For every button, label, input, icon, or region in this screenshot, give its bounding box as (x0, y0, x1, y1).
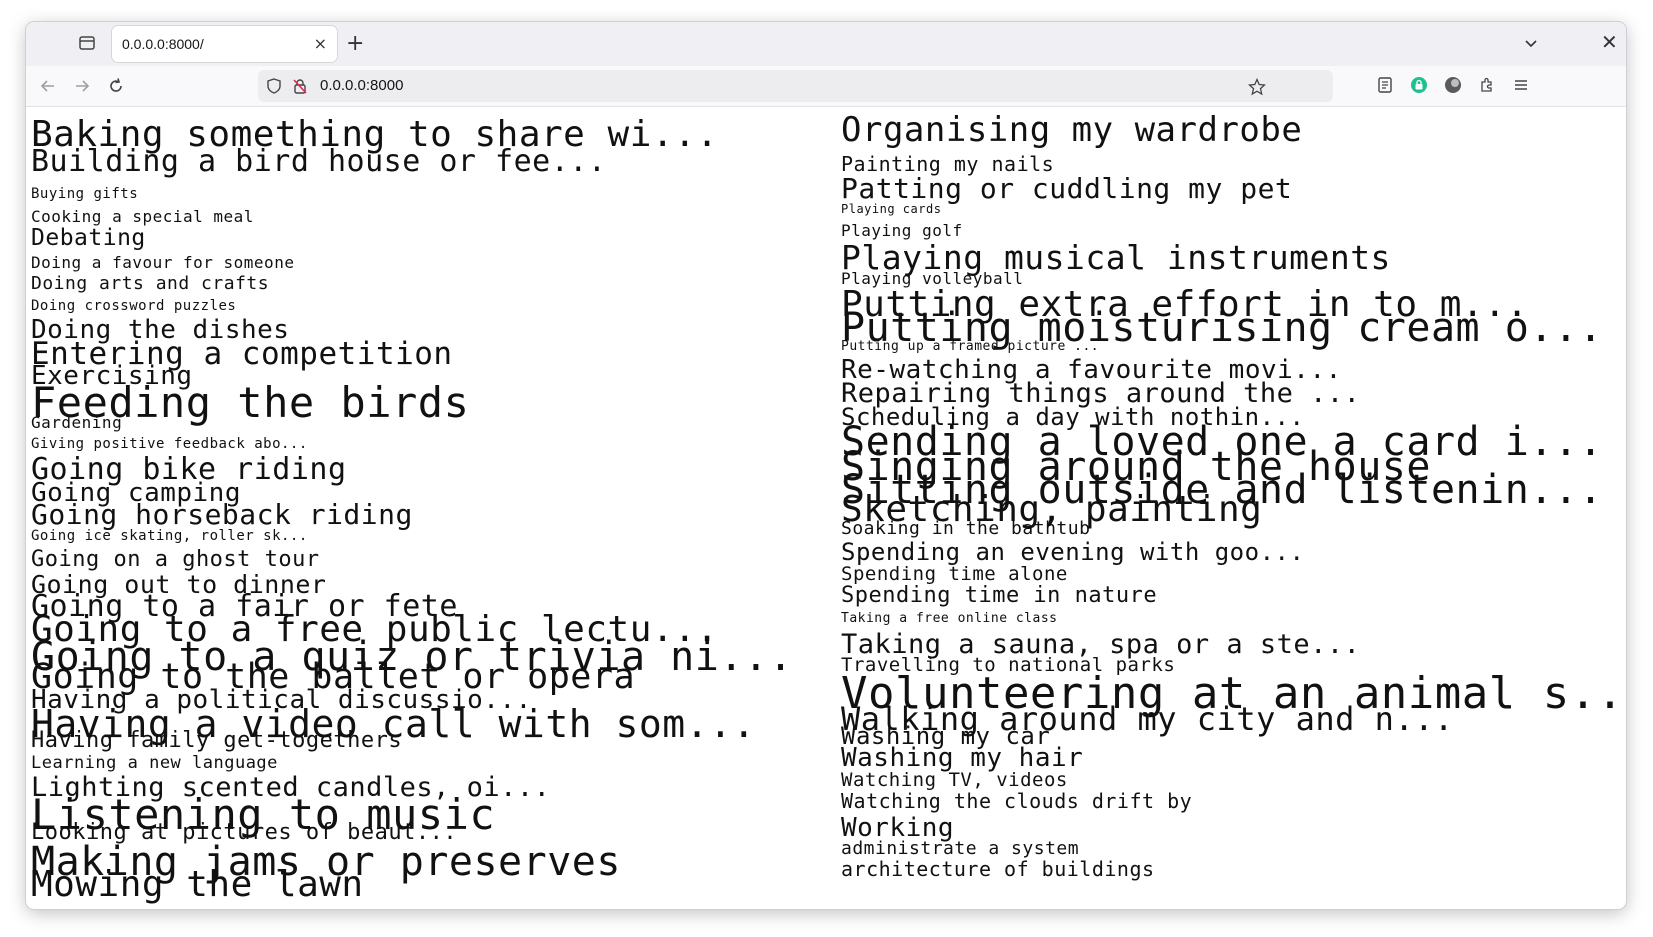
back-arrow-icon[interactable] (38, 76, 58, 96)
right-item: Organising my wardrobe (841, 110, 1303, 150)
extensions-puzzle-icon[interactable] (1478, 76, 1496, 94)
left-item: Learning a new language (31, 753, 278, 773)
right-item: Watching the clouds drift by (841, 789, 1193, 813)
active-tab[interactable]: 0.0.0.0:8000/ × (112, 26, 337, 62)
right-item: architecture of buildings (841, 857, 1155, 881)
left-item: Buying gifts (31, 186, 139, 202)
right-item: Playing cards (841, 202, 942, 216)
shield-icon[interactable] (266, 78, 282, 94)
reader-view-icon[interactable] (1376, 76, 1394, 94)
left-item: Giving positive feedback abo... (31, 436, 308, 452)
tab-overview-icon[interactable] (78, 34, 96, 52)
left-item: Going ice skating, roller sk... (31, 528, 308, 544)
profile-avatar-icon[interactable] (1444, 76, 1462, 94)
right-item: Soaking in the bathtub (841, 518, 1091, 539)
left-item: Doing a favour for someone (31, 253, 295, 272)
left-item: Going on a ghost tour (31, 547, 320, 572)
right-item: Spending time in nature (841, 583, 1158, 608)
tab-title: 0.0.0.0:8000/ (122, 36, 204, 52)
tab-bar: 0.0.0.0:8000/ × + ✕ (26, 22, 1626, 66)
forward-arrow-icon[interactable] (72, 76, 92, 96)
right-item: Playing golf (841, 221, 963, 240)
chevron-down-icon[interactable] (1522, 34, 1540, 52)
insecure-lock-icon[interactable] (292, 78, 308, 94)
left-item: Debating (31, 225, 146, 251)
left-item: Cooking a special meal (31, 207, 254, 226)
left-item: Gardening (31, 413, 123, 432)
left-item: Doing arts and crafts (31, 273, 270, 294)
browser-window: 0.0.0.0:8000/ × + ✕ 0.0.0.0:8000 Baking … (26, 22, 1626, 909)
right-item: Putting up a framed picture ... (841, 339, 1100, 354)
left-item: Doing crossword puzzles (31, 298, 237, 314)
url-text[interactable]: 0.0.0.0:8000 (320, 77, 403, 94)
navigation-bar: 0.0.0.0:8000 (26, 66, 1626, 107)
right-item: Taking a free online class (841, 611, 1058, 626)
right-item: Washing my hair (841, 743, 1084, 773)
left-item: Building a bird house or fee... (31, 144, 607, 179)
bookmark-star-icon[interactable] (1248, 78, 1266, 96)
page-content: Baking something to share wi... Building … (26, 107, 1626, 909)
left-item: Going horseback riding (31, 498, 413, 531)
tab-close-icon[interactable]: × (314, 34, 327, 53)
right-item: Patting or cuddling my pet (841, 172, 1293, 205)
right-item: Painting my nails (841, 152, 1055, 176)
reload-icon[interactable] (106, 76, 126, 96)
right-item: Watching TV, videos (841, 769, 1068, 791)
right-item: Spending an evening with goo... (841, 538, 1305, 566)
right-item: Spending time alone (841, 563, 1068, 585)
new-tab-button[interactable]: + (346, 31, 364, 56)
left-item: Mowing the lawn (31, 864, 364, 905)
right-item: administrate a system (841, 838, 1080, 859)
left-item: Having family get-togethers (31, 728, 403, 753)
extension-lock-icon[interactable] (1410, 76, 1428, 94)
window-close-button[interactable]: ✕ (1601, 30, 1618, 54)
menu-hamburger-icon[interactable] (1512, 76, 1530, 94)
address-bar[interactable]: 0.0.0.0:8000 (258, 70, 1333, 102)
